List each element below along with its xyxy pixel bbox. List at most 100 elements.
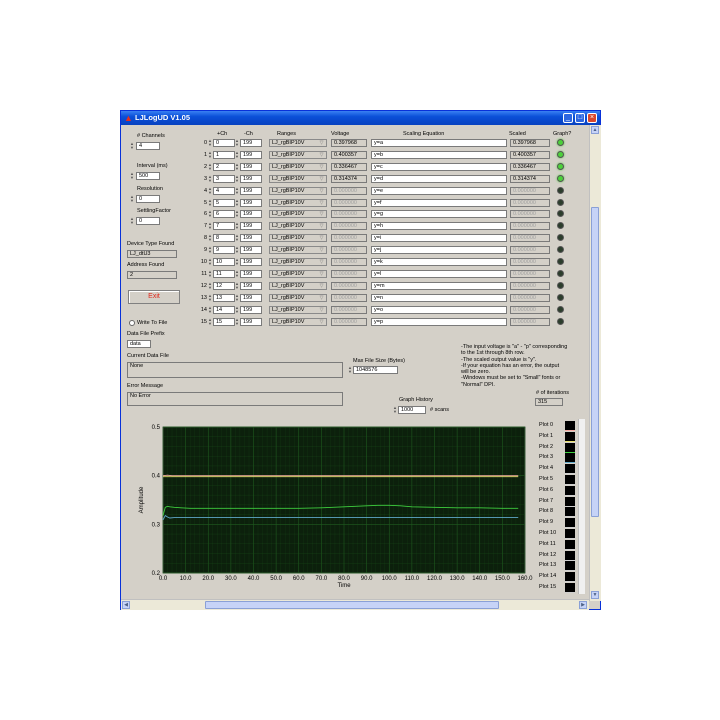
range-dropdown[interactable]: LJ_rgBIP10V ▽ <box>269 222 327 231</box>
range-dropdown[interactable]: LJ_rgBIP10V ▽ <box>269 150 327 159</box>
vertical-scroll-thumb[interactable] <box>591 207 599 517</box>
exit-button[interactable]: Exit <box>128 290 180 304</box>
graph-toggle-led[interactable] <box>557 139 564 146</box>
chevron-down-icon[interactable]: ▽ <box>318 235 325 241</box>
pos-channel-input[interactable]: 3 <box>213 174 235 183</box>
pos-channel-input[interactable]: 15 <box>213 317 235 326</box>
neg-channel-spinner-icon[interactable]: ▲ ▼ <box>235 162 239 171</box>
range-dropdown[interactable]: LJ_rgBIP10V ▽ <box>269 174 327 183</box>
pos-channel-spinner-icon[interactable]: ▲ ▼ <box>208 317 212 326</box>
maximize-button[interactable]: □ <box>575 113 585 123</box>
range-dropdown[interactable]: LJ_rgBIP10V ▽ <box>269 198 327 207</box>
neg-channel-spinner-icon[interactable]: ▲ ▼ <box>235 150 239 159</box>
pos-channel-spinner-icon[interactable]: ▲ ▼ <box>208 139 212 147</box>
legend-item[interactable]: Plot 1 <box>539 433 553 439</box>
range-dropdown[interactable]: LJ_rgBIP10V ▽ <box>269 269 327 278</box>
horizontal-scrollbar[interactable]: ◀ ▶ <box>121 599 589 610</box>
neg-channel-spinner-icon[interactable]: ▲ ▼ <box>235 198 239 207</box>
neg-channel-input[interactable]: 199 <box>240 139 262 147</box>
neg-channel-input[interactable]: 199 <box>240 281 262 290</box>
pos-channel-spinner-icon[interactable]: ▲ ▼ <box>208 293 212 302</box>
pos-channel-input[interactable]: 0 <box>213 139 235 147</box>
pos-channel-spinner-icon[interactable]: ▲ ▼ <box>208 198 212 207</box>
graph-toggle-led[interactable] <box>557 258 564 265</box>
neg-channel-spinner-icon[interactable]: ▲ ▼ <box>235 293 239 302</box>
neg-channel-input[interactable]: 199 <box>240 293 262 302</box>
chevron-down-icon[interactable]: ▽ <box>318 200 325 206</box>
legend-item[interactable]: Plot 14 <box>539 573 556 579</box>
graph-toggle-led[interactable] <box>557 317 564 325</box>
range-dropdown[interactable]: LJ_rgBIP10V ▽ <box>269 293 327 302</box>
scaling-equation-input[interactable]: y=d <box>371 174 507 183</box>
graph-toggle-led[interactable] <box>557 269 564 277</box>
prefix-input[interactable]: data <box>127 340 151 348</box>
scaling-equation-input[interactable]: y=h <box>371 222 507 231</box>
range-dropdown[interactable]: LJ_rgBIP10V ▽ <box>269 186 327 195</box>
neg-channel-spinner-icon[interactable]: ▲ ▼ <box>235 305 239 314</box>
neg-channel-spinner-icon[interactable]: ▲ ▼ <box>235 246 239 254</box>
graph-toggle-led[interactable] <box>557 234 564 242</box>
neg-channel-input[interactable]: 199 <box>240 305 262 314</box>
pos-channel-spinner-icon[interactable]: ▲ ▼ <box>208 222 212 230</box>
graph-toggle-led[interactable] <box>557 150 564 158</box>
legend-item[interactable]: Plot 2 <box>539 444 553 450</box>
pos-channel-input[interactable]: 5 <box>213 198 235 207</box>
range-dropdown[interactable]: LJ_rgBIP10V ▽ <box>269 162 327 171</box>
settling-input[interactable]: 0 <box>136 217 160 225</box>
neg-channel-spinner-icon[interactable]: ▲ ▼ <box>235 234 239 242</box>
legend-item[interactable]: Plot 9 <box>539 519 553 525</box>
scroll-up-icon[interactable]: ▲ <box>591 126 599 134</box>
scroll-down-icon[interactable]: ▼ <box>591 591 599 599</box>
pos-channel-input[interactable]: 2 <box>213 162 235 171</box>
scaling-equation-input[interactable]: y=b <box>371 150 507 159</box>
chevron-down-icon[interactable]: ▽ <box>318 307 325 313</box>
scaling-equation-input[interactable]: y=j <box>371 246 507 255</box>
range-dropdown[interactable]: LJ_rgBIP10V ▽ <box>269 258 327 266</box>
chevron-down-icon[interactable]: ▽ <box>318 223 325 229</box>
pos-channel-input[interactable]: 1 <box>213 150 235 159</box>
interval-input[interactable]: 500 <box>136 172 160 180</box>
pos-channel-input[interactable]: 12 <box>213 281 235 290</box>
legend-item[interactable]: Plot 4 <box>539 465 553 471</box>
pos-channel-input[interactable]: 9 <box>213 246 235 255</box>
legend-item[interactable]: Plot 12 <box>539 552 556 558</box>
pos-channel-input[interactable]: 14 <box>213 305 235 314</box>
pos-channel-spinner-icon[interactable]: ▲ ▼ <box>208 258 212 266</box>
range-dropdown[interactable]: LJ_rgBIP10V ▽ <box>269 234 327 243</box>
scaling-equation-input[interactable]: y=a <box>371 139 507 147</box>
pos-channel-spinner-icon[interactable]: ▲ ▼ <box>208 269 212 278</box>
interval-spinner-icon[interactable]: ▲ ▼ <box>130 172 134 180</box>
neg-channel-spinner-icon[interactable]: ▲ ▼ <box>235 139 239 147</box>
pos-channel-input[interactable]: 8 <box>213 234 235 243</box>
scroll-right-icon[interactable]: ▶ <box>579 601 587 609</box>
scaling-equation-input[interactable]: y=e <box>371 186 507 195</box>
graph-toggle-led[interactable] <box>557 281 564 289</box>
neg-channel-input[interactable]: 199 <box>240 246 262 255</box>
pos-channel-spinner-icon[interactable]: ▲ ▼ <box>208 162 212 171</box>
chevron-down-icon[interactable]: ▽ <box>318 140 325 146</box>
graph-toggle-led[interactable] <box>557 246 564 254</box>
max-file-size-input[interactable]: 1048576 <box>353 366 398 374</box>
scaling-equation-input[interactable]: y=i <box>371 234 507 243</box>
vertical-scrollbar[interactable]: ▲ ▼ <box>589 125 601 601</box>
scaling-equation-input[interactable]: y=l <box>371 269 507 278</box>
legend-item[interactable]: Plot 5 <box>539 476 553 482</box>
range-dropdown[interactable]: LJ_rgBIP10V ▽ <box>269 139 327 147</box>
neg-channel-spinner-icon[interactable]: ▲ ▼ <box>235 317 239 326</box>
pos-channel-input[interactable]: 11 <box>213 269 235 278</box>
chevron-down-icon[interactable]: ▽ <box>318 188 325 194</box>
neg-channel-input[interactable]: 199 <box>240 186 262 195</box>
chevron-down-icon[interactable]: ▽ <box>318 319 325 325</box>
range-dropdown[interactable]: LJ_rgBIP10V ▽ <box>269 317 327 326</box>
resolution-input[interactable]: 0 <box>136 195 160 203</box>
neg-channel-input[interactable]: 199 <box>240 258 262 266</box>
chevron-down-icon[interactable]: ▽ <box>318 211 325 217</box>
neg-channel-spinner-icon[interactable]: ▲ ▼ <box>235 258 239 266</box>
neg-channel-input[interactable]: 199 <box>240 269 262 278</box>
chevron-down-icon[interactable]: ▽ <box>318 176 325 182</box>
graph-toggle-led[interactable] <box>557 222 564 230</box>
neg-channel-spinner-icon[interactable]: ▲ ▼ <box>235 174 239 183</box>
chevron-down-icon[interactable]: ▽ <box>318 271 325 277</box>
legend-item[interactable]: Plot 8 <box>539 508 553 514</box>
chevron-down-icon[interactable]: ▽ <box>318 164 325 170</box>
